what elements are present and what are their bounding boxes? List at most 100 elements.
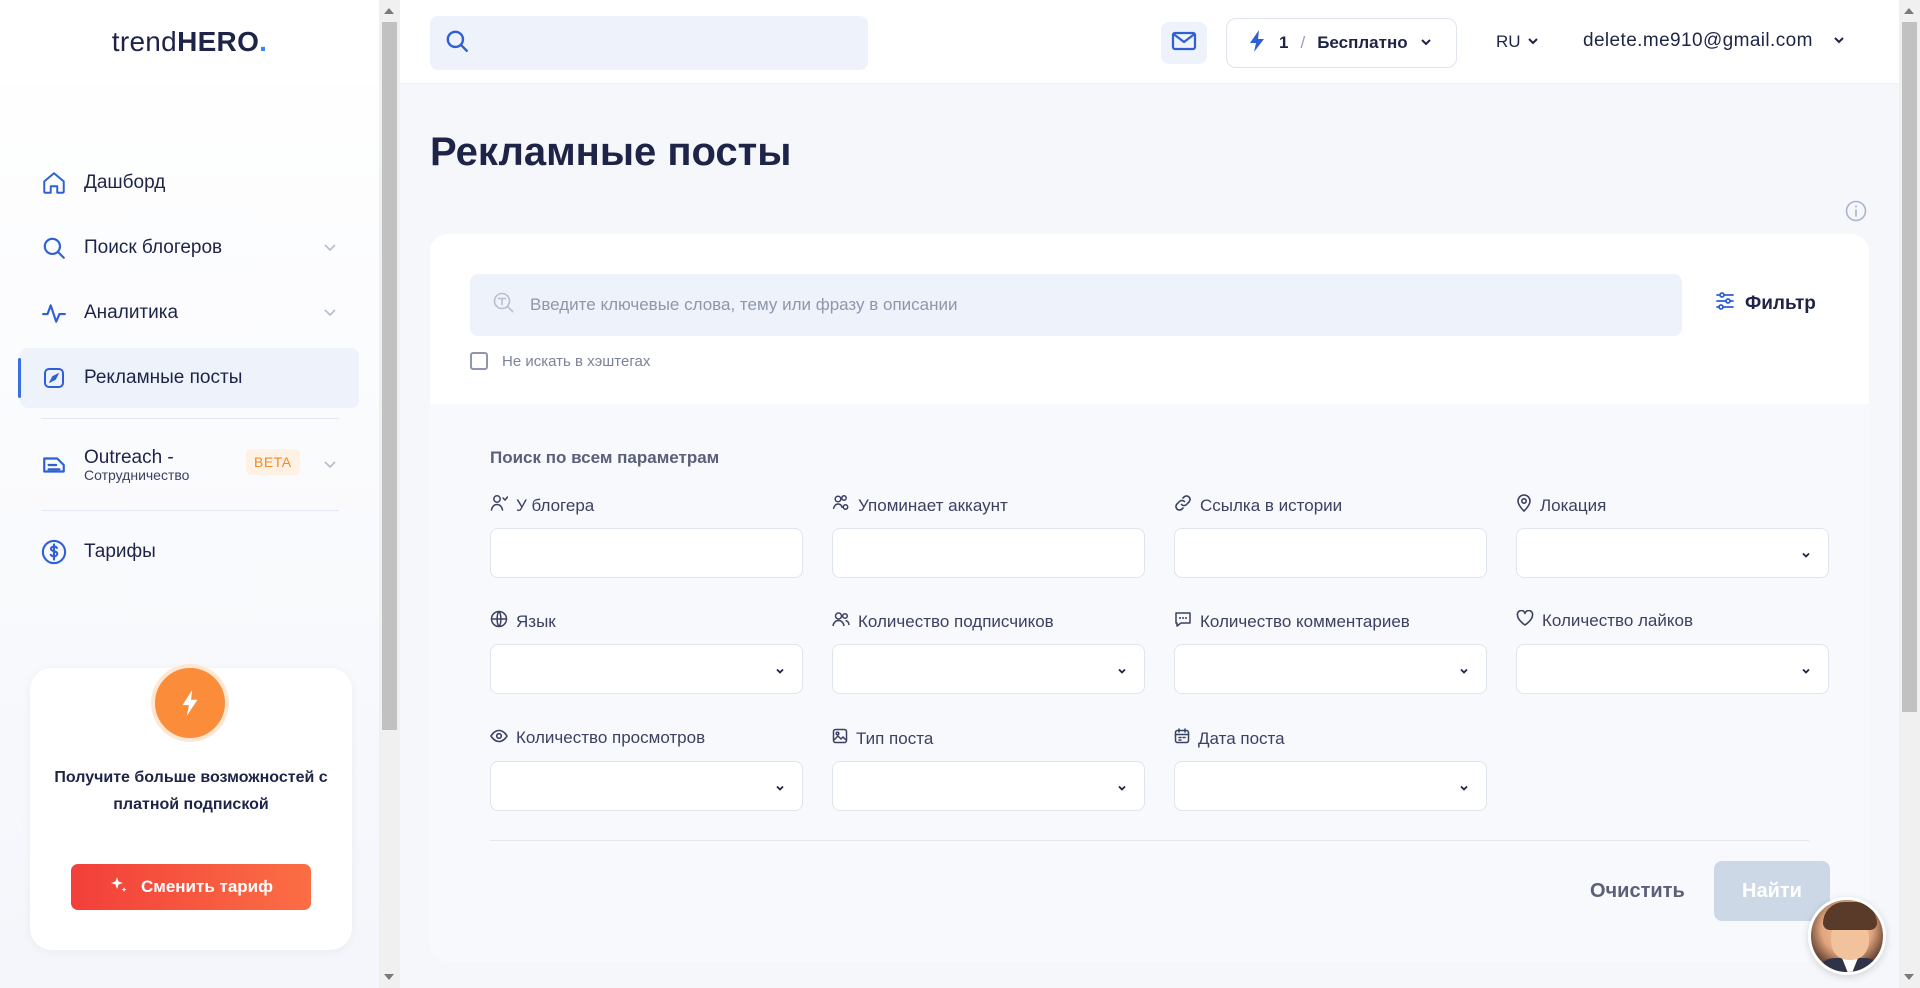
chevron-down-icon bbox=[774, 664, 786, 682]
field-label-post-type: Тип поста bbox=[832, 728, 933, 749]
scroll-down-arrow-icon[interactable] bbox=[384, 974, 394, 980]
story-link-input[interactable] bbox=[1174, 528, 1487, 578]
field-label-text: Тип поста bbox=[856, 728, 934, 748]
page-title: Рекламные посты bbox=[430, 130, 792, 174]
change-plan-label: Сменить тариф bbox=[140, 877, 273, 896]
comments-count-select[interactable] bbox=[1174, 644, 1487, 694]
filter-label: Фильтр bbox=[1745, 293, 1816, 314]
chevron-down-icon bbox=[1527, 32, 1539, 52]
chevron-down-icon bbox=[1800, 548, 1812, 566]
avatar-hair bbox=[1823, 902, 1877, 930]
section-title: Поиск по всем параметрам bbox=[490, 448, 720, 467]
field-label-language: Язык bbox=[490, 610, 556, 633]
language-selector[interactable]: RU bbox=[1496, 32, 1539, 52]
chevron-down-icon bbox=[774, 781, 786, 799]
sidebar-divider bbox=[41, 510, 339, 511]
language-label: RU bbox=[1496, 32, 1521, 51]
messages-button[interactable] bbox=[1161, 22, 1207, 64]
logo[interactable]: trend HERO. bbox=[0, 0, 379, 84]
chevron-down-icon bbox=[1833, 30, 1845, 52]
users-icon bbox=[832, 610, 850, 633]
views-count-select[interactable] bbox=[490, 761, 803, 811]
field-label-text: Количество комментариев bbox=[1200, 611, 1410, 631]
keyword-search-icon bbox=[492, 291, 516, 320]
user-email: delete.me910@gmail.com bbox=[1583, 30, 1813, 51]
info-icon[interactable] bbox=[1845, 200, 1867, 227]
chevron-down-icon bbox=[1800, 664, 1812, 682]
keyword-search-panel: Введите ключевые слова, тему или фразу в… bbox=[430, 234, 1869, 404]
field-label-text: Ссылка в истории bbox=[1200, 495, 1343, 515]
page-scrollbar[interactable] bbox=[1899, 0, 1920, 988]
field-label-likes: Количество лайков bbox=[1516, 609, 1693, 631]
global-search-input[interactable] bbox=[430, 16, 868, 70]
lightning-icon bbox=[1247, 29, 1267, 58]
keyword-placeholder: Введите ключевые слова, тему или фразу в… bbox=[530, 295, 958, 314]
user-menu[interactable]: delete.me910@gmail.com bbox=[1583, 30, 1845, 52]
mentions-account-input[interactable] bbox=[832, 528, 1145, 578]
calendar-icon bbox=[1174, 728, 1190, 749]
field-label-text: Язык bbox=[516, 611, 556, 631]
globe-icon bbox=[490, 610, 508, 633]
post-date-select[interactable] bbox=[1174, 761, 1487, 811]
field-label-post-date: Дата поста bbox=[1174, 728, 1285, 749]
sidebar-item-outreach[interactable]: Outreach - Сотрудничество BETA bbox=[20, 435, 359, 495]
sidebar-item-blogger-search[interactable]: Поиск блогеров bbox=[20, 218, 359, 278]
likes-count-select[interactable] bbox=[1516, 644, 1829, 694]
field-label-text: У блогера bbox=[516, 495, 595, 515]
blogger-input[interactable] bbox=[490, 528, 803, 578]
sidebar-item-ad-posts[interactable]: Рекламные посты bbox=[18, 348, 359, 408]
clear-button[interactable]: Очистить bbox=[1590, 880, 1685, 903]
outreach-label: Outreach - Сотрудничество bbox=[84, 446, 190, 483]
field-label-text: Локация bbox=[1540, 495, 1607, 515]
language-select[interactable] bbox=[490, 644, 803, 694]
scroll-up-arrow-icon[interactable] bbox=[384, 8, 394, 14]
search-card: Введите ключевые слова, тему или фразу в… bbox=[430, 234, 1869, 962]
followers-count-select[interactable] bbox=[832, 644, 1145, 694]
sidebar-item-analytics[interactable]: Аналитика bbox=[20, 283, 359, 343]
field-label-views: Количество просмотров bbox=[490, 728, 705, 748]
form-divider bbox=[490, 840, 1809, 841]
post-type-select[interactable] bbox=[832, 761, 1145, 811]
change-plan-button[interactable]: Сменить тариф bbox=[71, 864, 311, 910]
field-label-text: Упоминает аккаунт bbox=[858, 495, 1008, 515]
scrollbar-thumb[interactable] bbox=[382, 22, 397, 730]
sparkle-icon bbox=[109, 875, 129, 900]
chevron-down-icon bbox=[1116, 664, 1128, 682]
outreach-title: Outreach - bbox=[84, 446, 174, 468]
sidebar-item-label: Дашборд bbox=[84, 172, 166, 193]
user-search-icon bbox=[490, 494, 509, 517]
sidebar-item-tariffs[interactable]: Тарифы bbox=[20, 522, 359, 582]
keyword-search-input[interactable]: Введите ключевые слова, тему или фразу в… bbox=[470, 274, 1682, 336]
scroll-down-arrow-icon[interactable] bbox=[1904, 974, 1914, 980]
field-label-followers: Количество подписчиков bbox=[832, 610, 1054, 633]
checkbox-box[interactable] bbox=[470, 352, 488, 370]
upgrade-promo-card: Получите больше возможностей с платной п… bbox=[30, 664, 352, 950]
document-icon bbox=[40, 451, 68, 479]
field-label-text: Количество лайков bbox=[1542, 610, 1693, 630]
comment-icon bbox=[1174, 610, 1192, 633]
plan-dropdown[interactable]: 1 / Бесплатно bbox=[1226, 18, 1457, 68]
checkbox-label: Не искать в хэштегах bbox=[502, 352, 651, 370]
dollar-icon bbox=[40, 538, 68, 566]
field-label-text: Количество подписчиков bbox=[858, 611, 1054, 631]
sidebar-item-label: Аналитика bbox=[84, 302, 179, 323]
chevron-down-icon bbox=[1420, 33, 1432, 53]
exclude-hashtags-checkbox[interactable]: Не искать в хэштегах bbox=[470, 352, 650, 370]
scrollbar-thumb[interactable] bbox=[1902, 22, 1917, 712]
location-select[interactable] bbox=[1516, 528, 1829, 578]
filter-button[interactable]: Фильтр bbox=[1715, 292, 1816, 316]
sidebar-item-label: Поиск блогеров bbox=[84, 237, 223, 258]
sidebar-scrollbar[interactable] bbox=[379, 0, 400, 988]
sidebar-item-label: Тарифы bbox=[84, 541, 156, 562]
beta-badge: BETA bbox=[246, 449, 300, 475]
search-icon bbox=[444, 28, 470, 59]
sidebar: trend HERO. Дашборд Поиск блогеров Аналит… bbox=[0, 0, 379, 988]
find-button[interactable]: Найти bbox=[1714, 861, 1830, 921]
scroll-up-arrow-icon[interactable] bbox=[1904, 8, 1914, 14]
support-avatar[interactable] bbox=[1808, 897, 1886, 975]
outreach-subtitle: Сотрудничество bbox=[84, 466, 190, 483]
chevron-down-icon bbox=[1116, 781, 1128, 799]
chevron-down-icon bbox=[323, 238, 337, 260]
logo-dot: . bbox=[259, 26, 268, 57]
sidebar-item-dashboard[interactable]: Дашборд bbox=[20, 153, 359, 213]
